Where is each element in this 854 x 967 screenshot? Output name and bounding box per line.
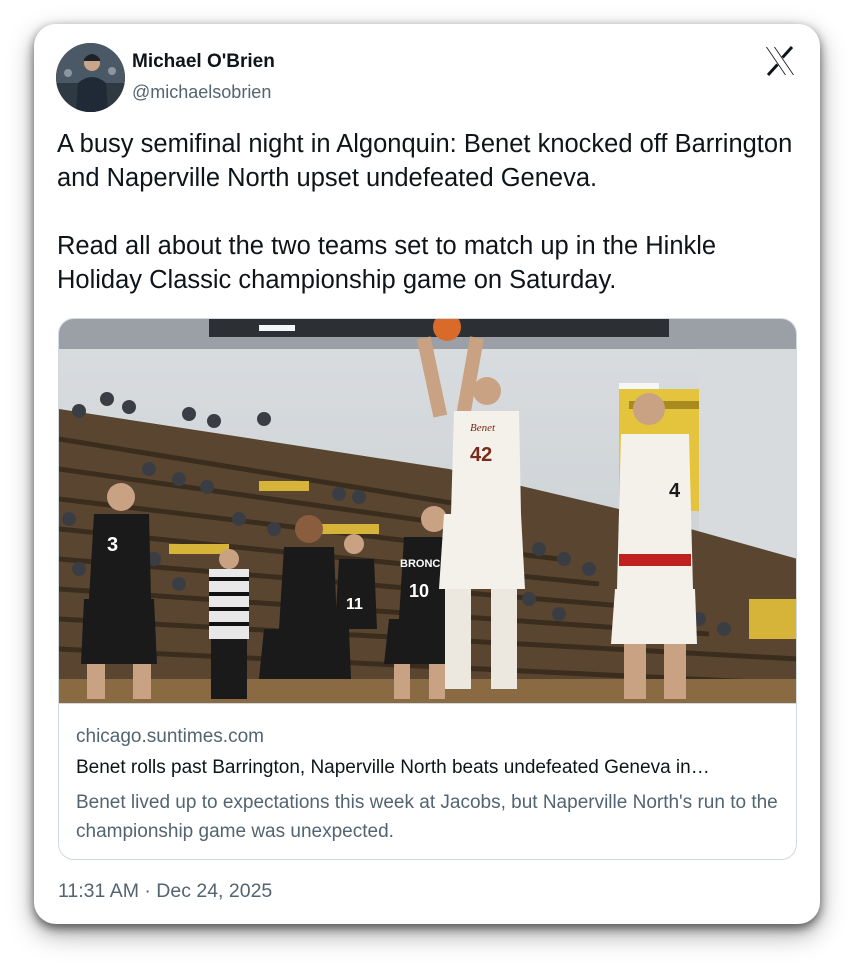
link-headline[interactable]: Benet rolls past Barrington, Naperville …: [76, 757, 781, 779]
link-description: Benet lived up to expectations this week…: [76, 792, 778, 842]
link-preview-meta[interactable]: chicago.suntimes.com Benet rolls past Ba…: [59, 703, 796, 859]
post-card: Michael O'Brien @michaelsobrien A busy s…: [34, 24, 820, 924]
jersey-benet-text: Benet: [470, 422, 496, 434]
jersey-number-10: 10: [409, 581, 429, 601]
post-text: A busy semifinal night in Algonquin: Ben…: [57, 130, 793, 294]
author-name[interactable]: Michael O'Brien: [132, 51, 275, 73]
link-preview-card[interactable]: 3 11 BRONCOS 10 Benet 42 4 chicago.sunti…: [58, 318, 797, 860]
jersey-number-42: 42: [470, 444, 492, 466]
jersey-number-11: 11: [346, 596, 363, 613]
article-photo[interactable]: 3 11 BRONCOS 10 Benet 42 4: [59, 319, 796, 703]
x-logo-icon[interactable]: [763, 44, 797, 78]
avatar[interactable]: [56, 43, 125, 112]
jersey-number-3: 3: [107, 534, 118, 556]
author-handle[interactable]: @michaelsobrien: [132, 82, 271, 103]
link-domain[interactable]: chicago.suntimes.com: [76, 726, 264, 748]
jersey-number-4: 4: [669, 480, 681, 502]
post-timestamp[interactable]: 11:31 AM · Dec 24, 2025: [58, 880, 272, 903]
